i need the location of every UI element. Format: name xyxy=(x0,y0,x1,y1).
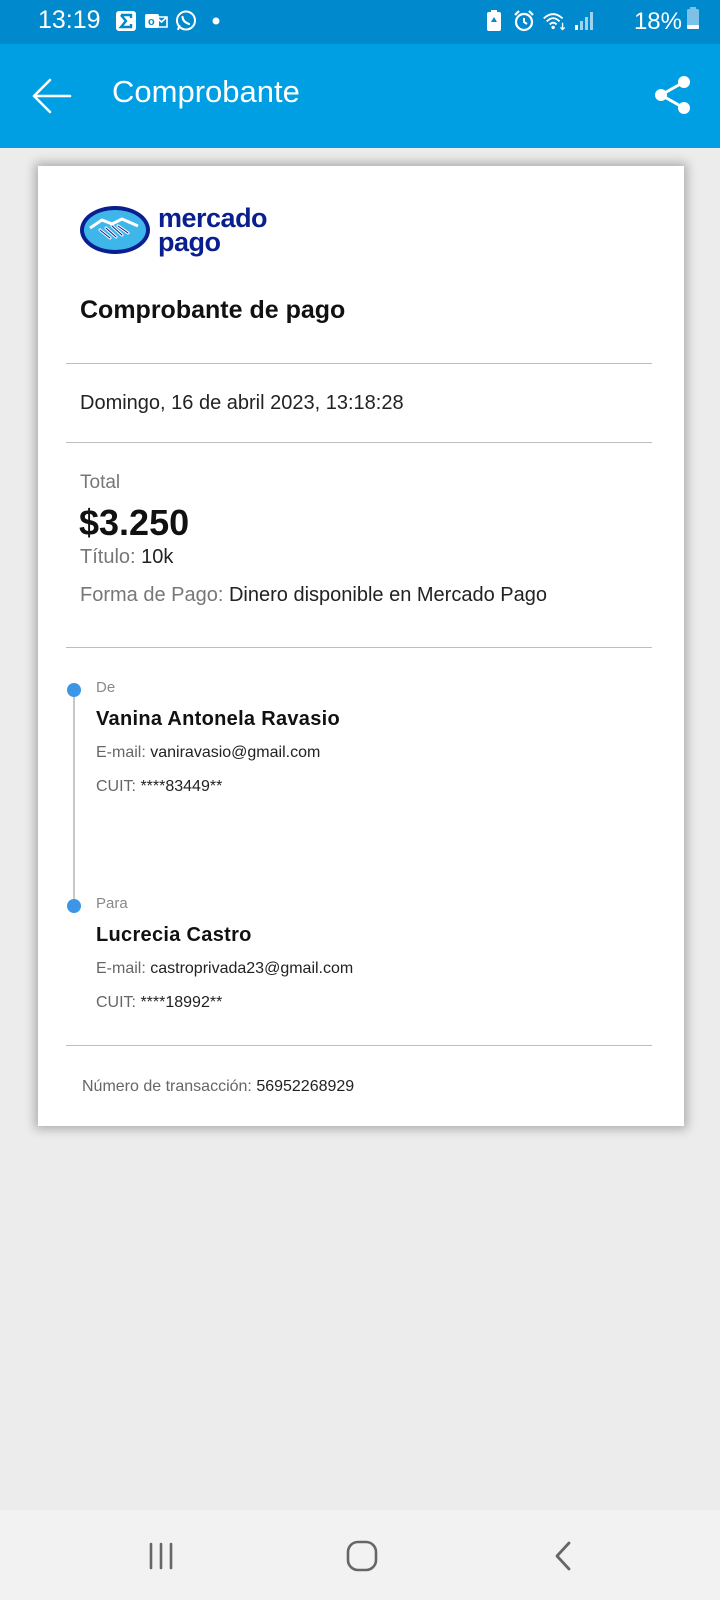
battery-saver-icon xyxy=(482,9,506,33)
chevron-left-icon xyxy=(555,1541,571,1571)
alarm-icon xyxy=(512,9,536,33)
receipt-card: mercado pago Comprobante de pago Domingo… xyxy=(38,166,684,1126)
to-tag: Para xyxy=(96,895,128,912)
title-row: Título: 10k xyxy=(80,546,173,569)
from-email-label: E-mail: xyxy=(96,744,146,761)
svg-text:o: o xyxy=(148,16,155,28)
whatsapp-icon xyxy=(174,9,198,33)
handshake-logo-icon xyxy=(80,206,150,254)
transaction-label: Número de transacción: xyxy=(82,1078,252,1095)
wifi-icon xyxy=(542,9,566,33)
battery-percent: 18% xyxy=(633,7,682,35)
outlook-icon: o xyxy=(144,9,168,33)
sigma-app-icon xyxy=(114,9,138,33)
notification-dot-icon xyxy=(204,9,228,33)
to-name: Lucrecia Castro xyxy=(96,924,252,946)
timeline-line xyxy=(73,690,75,906)
timeline-dot xyxy=(67,899,81,913)
receipt-title: Comprobante de pago xyxy=(80,296,346,324)
divider xyxy=(66,647,652,648)
recent-apps-button[interactable] xyxy=(137,1532,185,1580)
payment-method-value: Dinero disponible en Mercado Pago xyxy=(228,584,547,606)
signal-icon xyxy=(572,9,596,33)
divider xyxy=(66,1045,652,1046)
from-name: Vanina Antonela Ravasio xyxy=(96,708,341,730)
back-button[interactable] xyxy=(28,72,76,120)
to-email-row: E-mail: castroprivada23@gmail.com xyxy=(96,960,353,978)
timeline-dot xyxy=(67,683,81,697)
to-email-label: E-mail: xyxy=(96,960,146,977)
transaction-number: 56952268929 xyxy=(256,1078,355,1095)
from-email: vaniravasio@gmail.com xyxy=(150,744,321,761)
to-email: castroprivada23@gmail.com xyxy=(150,960,354,977)
nav-back-button[interactable] xyxy=(540,1532,588,1580)
from-tag: De xyxy=(96,679,116,696)
from-email-row: E-mail: vaniravasio@gmail.com xyxy=(96,744,320,762)
from-cuit: ****83449** xyxy=(140,778,223,795)
home-icon xyxy=(346,1540,378,1572)
total-amount: $3.250 xyxy=(79,502,190,543)
battery-icon xyxy=(686,6,700,37)
status-bar: 13:19 o 18% xyxy=(0,0,720,44)
page-title: Comprobante xyxy=(112,74,300,109)
mercado-pago-logo: mercado pago xyxy=(78,204,268,257)
share-icon xyxy=(655,76,690,114)
title-value: 10k xyxy=(141,546,174,568)
to-cuit-row: CUIT: ****18992** xyxy=(96,994,222,1012)
total-label: Total xyxy=(80,472,121,493)
divider xyxy=(66,442,652,443)
share-button[interactable] xyxy=(652,74,694,116)
to-cuit: ****18992** xyxy=(140,994,223,1011)
home-button[interactable] xyxy=(338,1532,386,1580)
transaction-row: Número de transacción: 56952268929 xyxy=(82,1078,354,1096)
from-cuit-row: CUIT: ****83449** xyxy=(96,778,222,796)
arrow-left-icon xyxy=(32,78,72,114)
system-nav-bar xyxy=(0,1510,720,1600)
divider xyxy=(66,363,652,364)
title-label: Título: xyxy=(80,546,136,568)
payment-date: Domingo, 16 de abril 2023, 13:18:28 xyxy=(80,392,404,414)
logo-line-2: pago xyxy=(158,227,221,257)
recent-apps-icon xyxy=(149,1542,173,1570)
to-cuit-label: CUIT: xyxy=(96,994,136,1011)
status-time: 13:19 xyxy=(38,6,101,34)
from-cuit-label: CUIT: xyxy=(96,778,136,795)
app-bar: Comprobante xyxy=(0,44,720,148)
payment-method-row: Forma de Pago: Dinero disponible en Merc… xyxy=(80,584,547,607)
payment-method-label: Forma de Pago: xyxy=(80,584,224,606)
